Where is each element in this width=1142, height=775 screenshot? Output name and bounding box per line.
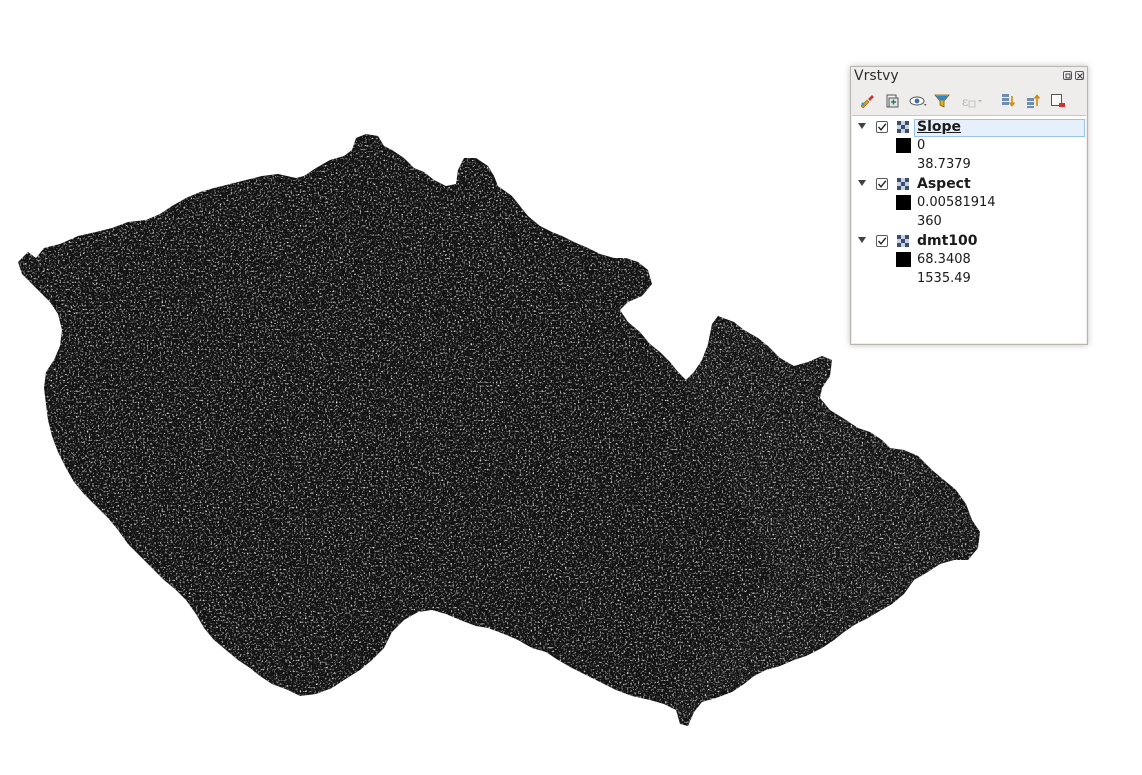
style-icon bbox=[860, 95, 874, 109]
legend-min-value: 68.3408 bbox=[917, 252, 971, 267]
layer-visibility-checkbox[interactable] bbox=[876, 121, 888, 133]
layer-visibility-checkbox[interactable] bbox=[876, 178, 888, 190]
layers-toolbar: ε bbox=[855, 91, 1083, 111]
layers-panel: Vrstvy ε Slope 0 38.7379 Aspect 0.005819… bbox=[850, 66, 1088, 345]
legend-swatch bbox=[896, 252, 911, 267]
remove-layer-button[interactable] bbox=[1048, 91, 1068, 111]
raster-layer-icon bbox=[897, 178, 909, 190]
checkmark-icon bbox=[877, 123, 887, 131]
float-icon bbox=[1065, 73, 1071, 79]
panel-titlebar[interactable]: Vrstvy bbox=[851, 67, 1087, 87]
collapse-all-icon bbox=[1027, 94, 1041, 108]
close-panel-button[interactable] bbox=[1075, 71, 1084, 80]
expand-arrow-icon[interactable] bbox=[858, 180, 866, 186]
layer-name: dmt100 bbox=[917, 233, 978, 249]
legend-min-row: 0.00581914 bbox=[852, 194, 1086, 213]
legend-max-row: 38.7379 bbox=[852, 156, 1086, 175]
visibility-button[interactable] bbox=[907, 91, 927, 111]
map-canvas[interactable]: Vrstvy ε Slope 0 38.7379 Aspect 0.005819… bbox=[0, 0, 1142, 775]
add-group-icon bbox=[886, 94, 899, 108]
add-group-button[interactable] bbox=[882, 91, 902, 111]
checkmark-icon bbox=[877, 237, 887, 245]
legend-swatch bbox=[896, 138, 911, 153]
layer-row-aspect[interactable]: Aspect bbox=[852, 175, 1086, 194]
legend-max-value: 360 bbox=[917, 214, 942, 229]
filter-button[interactable] bbox=[932, 91, 952, 111]
layer-visibility-checkbox[interactable] bbox=[876, 235, 888, 247]
legend-min-row: 68.3408 bbox=[852, 251, 1086, 270]
checkmark-icon bbox=[877, 180, 887, 188]
visibility-icon bbox=[909, 96, 927, 106]
legend-swatch bbox=[896, 195, 911, 210]
legend-min-row: 0 bbox=[852, 137, 1086, 156]
layer-row-slope[interactable]: Slope bbox=[852, 118, 1086, 137]
remove-layer-icon bbox=[1051, 94, 1065, 107]
layer-name: Slope bbox=[917, 119, 962, 135]
expression-filter-button[interactable]: ε bbox=[959, 91, 982, 111]
expand-all-icon bbox=[1002, 94, 1016, 107]
panel-title: Vrstvy bbox=[854, 68, 899, 84]
layer-name: Aspect bbox=[917, 176, 971, 192]
raster-layer-icon bbox=[897, 121, 909, 133]
expand-arrow-icon[interactable] bbox=[858, 237, 866, 243]
expression-filter-icon: ε bbox=[962, 95, 982, 109]
expand-all-button[interactable] bbox=[998, 91, 1018, 111]
legend-max-value: 1535.49 bbox=[917, 271, 971, 286]
filter-icon bbox=[934, 94, 950, 108]
collapse-all-button[interactable] bbox=[1023, 91, 1043, 111]
legend-max-value: 38.7379 bbox=[917, 157, 971, 172]
close-icon bbox=[1077, 73, 1083, 79]
legend-min-value: 0 bbox=[917, 138, 926, 153]
float-panel-button[interactable] bbox=[1063, 71, 1072, 80]
layer-row-dmt100[interactable]: dmt100 bbox=[852, 232, 1086, 251]
legend-max-row: 360 bbox=[852, 213, 1086, 232]
raster-layer-icon bbox=[897, 235, 909, 247]
layer-tree: Slope 0 38.7379 Aspect 0.00581914 360 dm… bbox=[852, 115, 1086, 343]
legend-min-value: 0.00581914 bbox=[917, 195, 996, 210]
expand-arrow-icon[interactable] bbox=[858, 123, 866, 129]
style-button[interactable] bbox=[857, 91, 877, 111]
legend-max-row: 1535.49 bbox=[852, 270, 1086, 289]
svg-text:ε: ε bbox=[962, 95, 968, 109]
